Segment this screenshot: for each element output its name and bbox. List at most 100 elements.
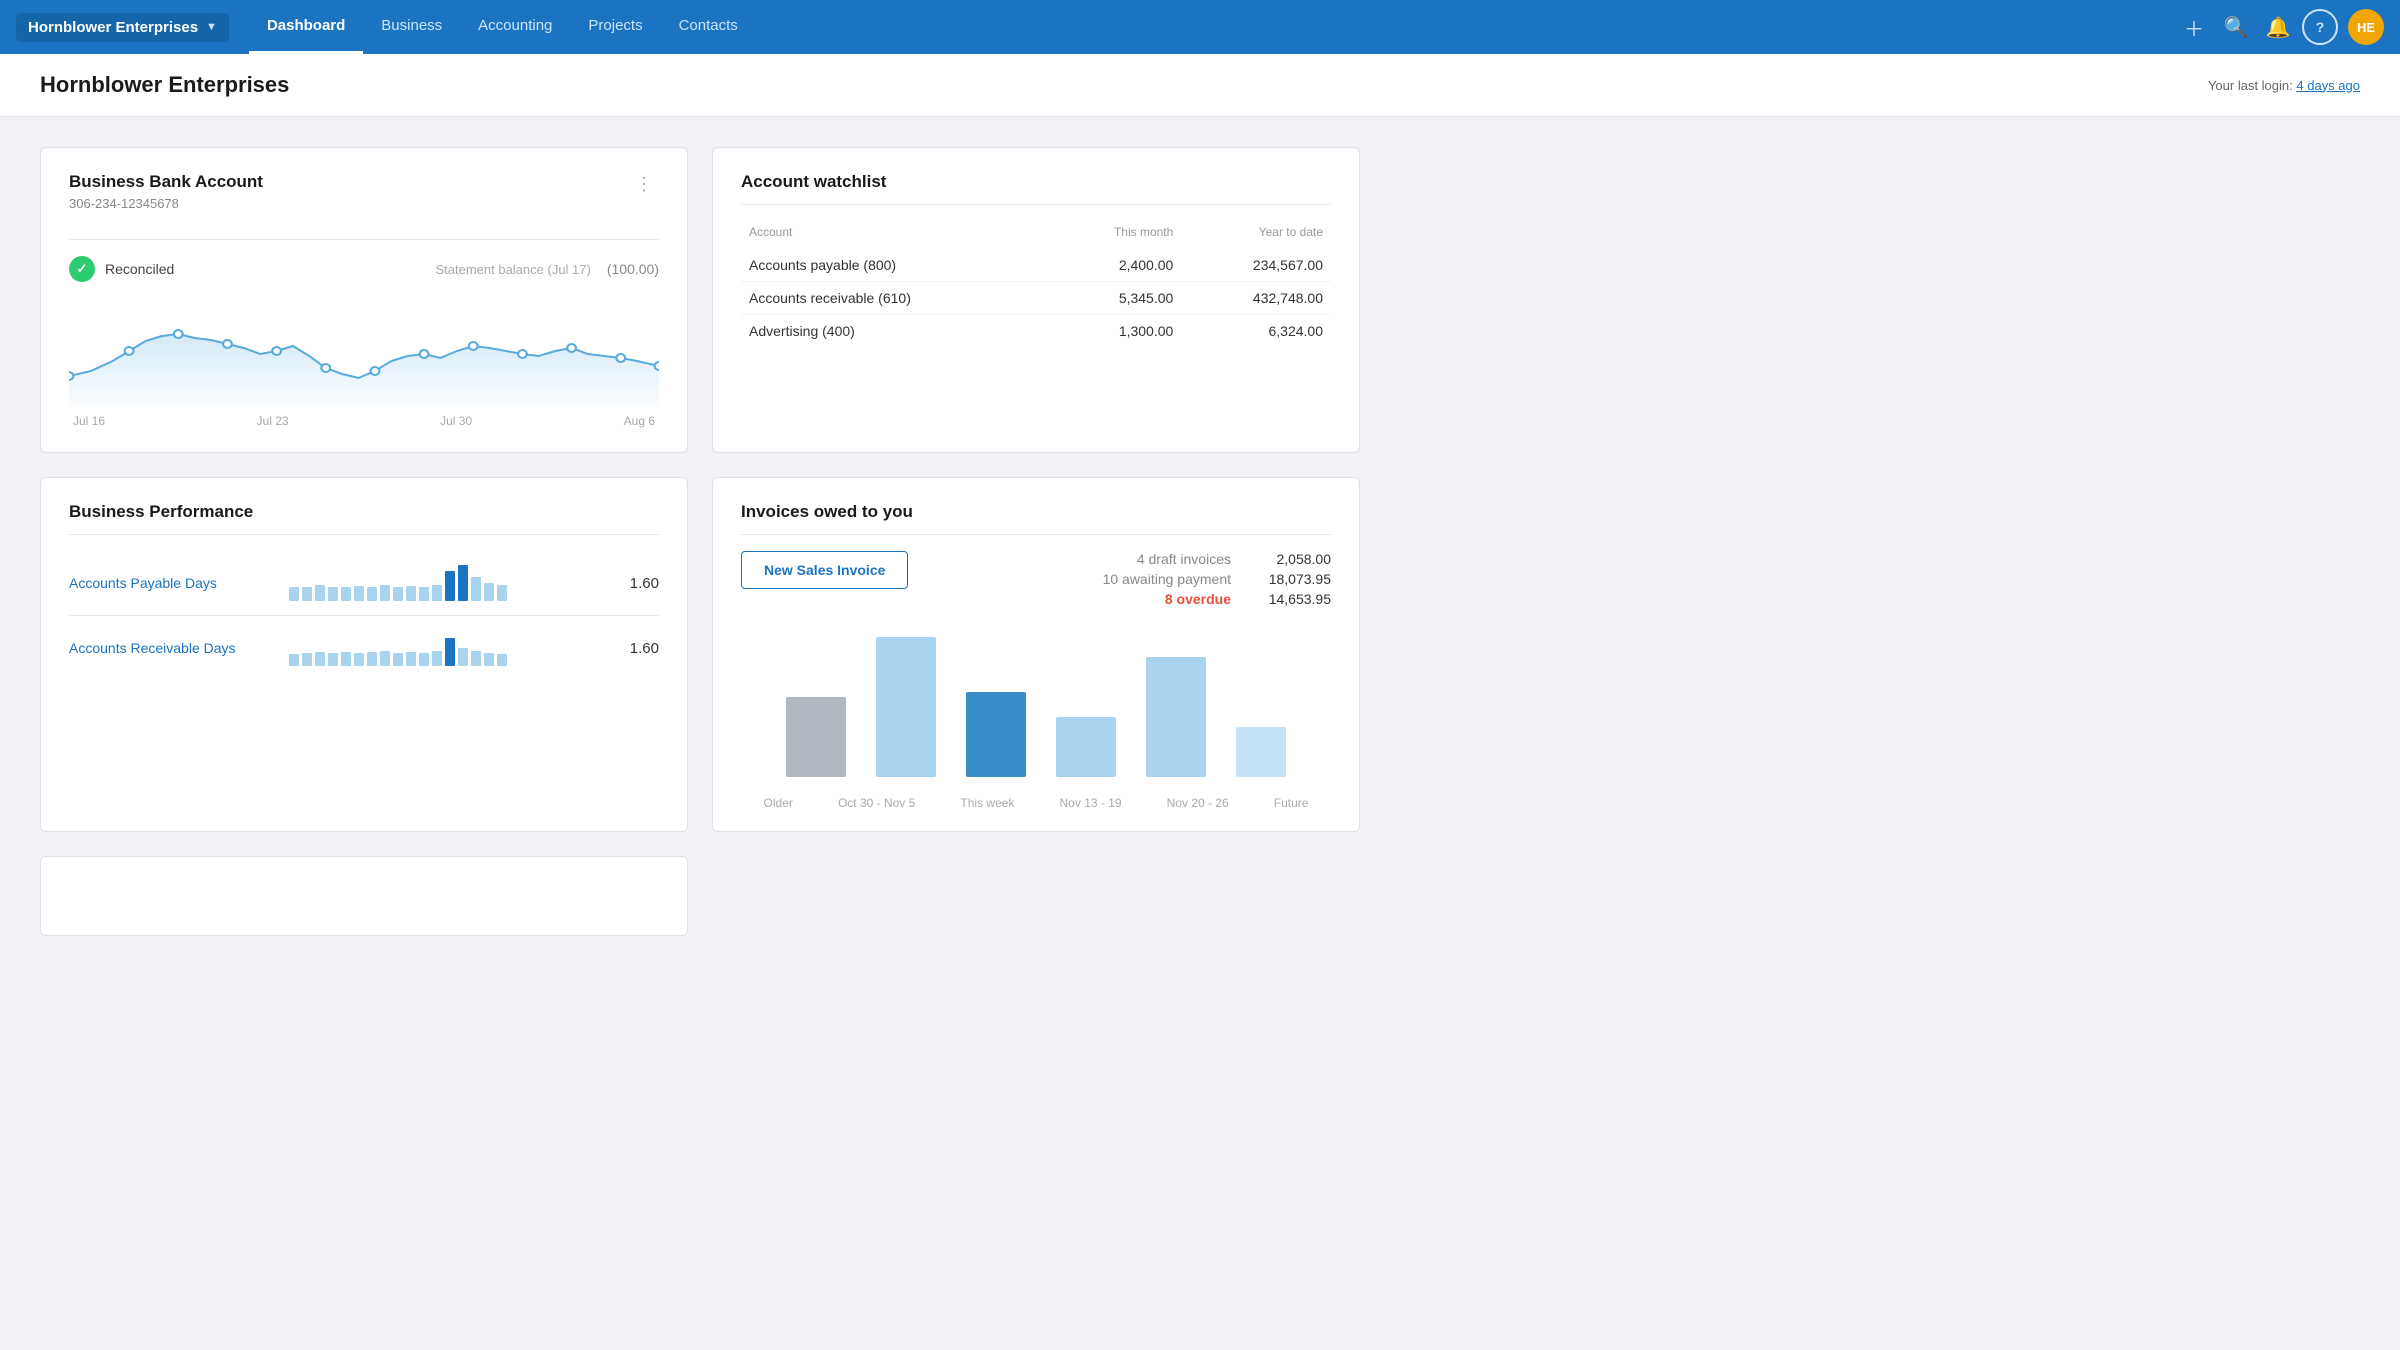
perf-label-0[interactable]: Accounts Payable Days bbox=[69, 575, 269, 591]
perf-bar bbox=[393, 653, 403, 666]
nav-link-accounting[interactable]: Accounting bbox=[460, 0, 570, 54]
search-icon[interactable]: 🔍 bbox=[2218, 9, 2254, 45]
nav-link-dashboard[interactable]: Dashboard bbox=[249, 0, 363, 54]
bar-label-4: Nov 20 - 26 bbox=[1167, 796, 1229, 810]
reconcile-label: Reconciled bbox=[105, 261, 174, 277]
perf-bar bbox=[289, 654, 299, 666]
bar-oct30 bbox=[876, 637, 936, 777]
watchlist-col-account: Account bbox=[741, 221, 1050, 249]
perf-bar bbox=[354, 653, 364, 666]
watchlist-row-0: Accounts payable (800) 2,400.00 234,567.… bbox=[741, 249, 1331, 282]
invoices-card: Invoices owed to you New Sales Invoice 4… bbox=[712, 477, 1360, 832]
bank-header: Business Bank Account 306-234-12345678 ⋮ bbox=[69, 172, 659, 227]
perf-bar bbox=[341, 652, 351, 666]
last-login-link[interactable]: 4 days ago bbox=[2296, 78, 2360, 93]
bank-menu-icon[interactable]: ⋮ bbox=[629, 172, 659, 197]
bar-label-5: Future bbox=[1274, 796, 1309, 810]
page-title: Hornblower Enterprises bbox=[40, 72, 289, 98]
nav-links: Dashboard Business Accounting Projects C… bbox=[249, 0, 2176, 54]
perf-bar bbox=[406, 652, 416, 666]
reconcile-row: ✓ Reconciled Statement balance (Jul 17) … bbox=[69, 256, 659, 282]
perf-value-1: 1.60 bbox=[619, 640, 659, 657]
perf-bar-highlight bbox=[445, 638, 455, 666]
watchlist-ytd-0: 234,567.00 bbox=[1181, 249, 1331, 282]
watchlist-account-0: Accounts payable (800) bbox=[741, 249, 1050, 282]
notifications-icon[interactable]: 🔔 bbox=[2260, 9, 2296, 45]
watchlist-account-2: Advertising (400) bbox=[741, 315, 1050, 348]
watchlist-thismonth-1: 5,345.00 bbox=[1050, 282, 1181, 315]
date-label-2: Jul 30 bbox=[440, 414, 472, 428]
perf-bar bbox=[354, 586, 364, 601]
watchlist-col-thismonth: This month bbox=[1050, 221, 1181, 249]
invoices-bar-chart: Older Oct 30 - Nov 5 This week Nov 13 - … bbox=[741, 627, 1331, 807]
invoice-stat-row-1: 10 awaiting payment 18,073.95 bbox=[1103, 571, 1331, 587]
perf-bar bbox=[432, 651, 442, 666]
bank-account-number: 306-234-12345678 bbox=[69, 196, 263, 211]
nav-link-contacts[interactable]: Contacts bbox=[661, 0, 756, 54]
watchlist-row-1: Accounts receivable (610) 5,345.00 432,7… bbox=[741, 282, 1331, 315]
perf-bar bbox=[419, 653, 429, 666]
perf-label-1[interactable]: Accounts Receivable Days bbox=[69, 640, 269, 656]
subheader: Hornblower Enterprises Your last login: … bbox=[0, 54, 2400, 117]
perf-bar bbox=[380, 585, 390, 601]
bar-label-0: Older bbox=[764, 796, 793, 810]
watchlist-thismonth-2: 1,300.00 bbox=[1050, 315, 1181, 348]
nav-actions: ＋ 🔍 🔔 ? HE bbox=[2176, 9, 2384, 45]
perf-bar bbox=[380, 651, 390, 666]
brand-label: Hornblower Enterprises bbox=[28, 19, 198, 36]
date-label-0: Jul 16 bbox=[73, 414, 105, 428]
perf-bars-0 bbox=[289, 565, 599, 601]
invoice-stat-value-1: 18,073.95 bbox=[1251, 571, 1331, 587]
perf-bar bbox=[315, 585, 325, 601]
invoice-stat-label-2: 8 overdue bbox=[1165, 591, 1231, 607]
perf-bar bbox=[432, 585, 442, 601]
invoice-stats: 4 draft invoices 2,058.00 10 awaiting pa… bbox=[1103, 551, 1331, 611]
perf-bar bbox=[315, 652, 325, 666]
invoices-title: Invoices owed to you bbox=[741, 502, 1331, 522]
perf-bar bbox=[341, 587, 351, 601]
perf-bars-1 bbox=[289, 630, 599, 666]
perf-bar bbox=[302, 587, 312, 601]
bank-account-card: Business Bank Account 306-234-12345678 ⋮… bbox=[40, 147, 688, 453]
performance-title: Business Performance bbox=[69, 502, 659, 522]
invoice-stat-label-0: 4 draft invoices bbox=[1137, 551, 1231, 567]
invoice-stat-value-0: 2,058.00 bbox=[1251, 551, 1331, 567]
invoices-divider bbox=[741, 534, 1331, 535]
invoice-stat-row-0: 4 draft invoices 2,058.00 bbox=[1103, 551, 1331, 567]
nav-link-business[interactable]: Business bbox=[363, 0, 460, 54]
invoice-stat-value-2: 14,653.95 bbox=[1251, 591, 1331, 607]
main-content: Business Bank Account 306-234-12345678 ⋮… bbox=[0, 117, 1400, 966]
performance-divider bbox=[69, 534, 659, 535]
bar-chart-svg bbox=[741, 627, 1331, 787]
watchlist-divider bbox=[741, 204, 1331, 205]
perf-value-0: 1.60 bbox=[619, 575, 659, 592]
last-login-label: Your last login: bbox=[2208, 78, 2293, 93]
new-invoice-button[interactable]: New Sales Invoice bbox=[741, 551, 908, 589]
watchlist-title: Account watchlist bbox=[741, 172, 1331, 192]
bar-nov20 bbox=[1146, 657, 1206, 777]
brand-menu[interactable]: Hornblower Enterprises ▼ bbox=[16, 13, 229, 42]
perf-bar bbox=[393, 587, 403, 601]
bar-label-1: Oct 30 - Nov 5 bbox=[838, 796, 915, 810]
third-row-left-card bbox=[40, 856, 688, 936]
perf-bar-highlight bbox=[445, 571, 455, 601]
perf-bar bbox=[484, 653, 494, 666]
bar-future bbox=[1236, 727, 1286, 777]
perf-bar bbox=[302, 653, 312, 666]
add-icon[interactable]: ＋ bbox=[2176, 9, 2212, 45]
perf-row-0: Accounts Payable Days 1.60 bbox=[69, 551, 659, 616]
bank-divider bbox=[69, 239, 659, 240]
bar-label-3: Nov 13 - 19 bbox=[1060, 796, 1122, 810]
help-icon[interactable]: ? bbox=[2302, 9, 2338, 45]
invoice-stat-row-2: 8 overdue 14,653.95 bbox=[1103, 591, 1331, 607]
perf-bar bbox=[406, 586, 416, 601]
perf-bar bbox=[471, 651, 481, 666]
nav-link-projects[interactable]: Projects bbox=[570, 0, 660, 54]
perf-bar bbox=[497, 654, 507, 666]
watchlist-account-1: Accounts receivable (610) bbox=[741, 282, 1050, 315]
perf-bar bbox=[328, 653, 338, 666]
sparkline-chart bbox=[69, 296, 659, 406]
watchlist-table: Account This month Year to date Accounts… bbox=[741, 221, 1331, 347]
bar-chart-labels: Older Oct 30 - Nov 5 This week Nov 13 - … bbox=[741, 796, 1331, 810]
user-avatar[interactable]: HE bbox=[2348, 9, 2384, 45]
